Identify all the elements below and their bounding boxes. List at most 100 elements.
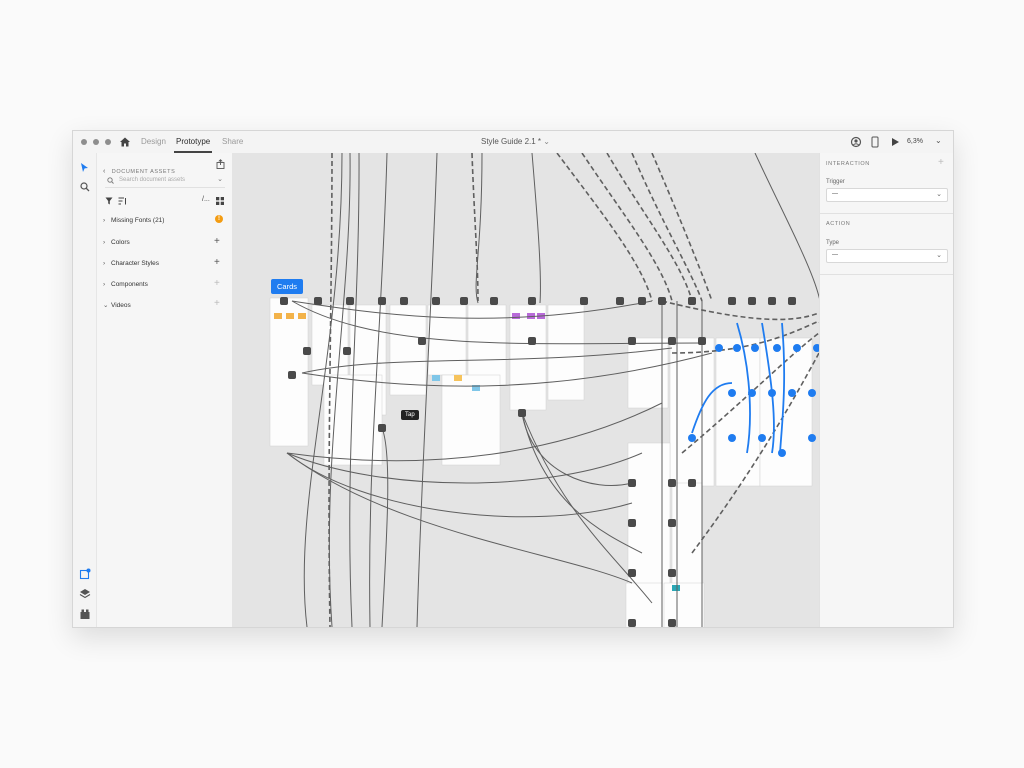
search-icon <box>107 177 114 184</box>
search-dropdown-icon[interactable]: ⌄ <box>217 175 223 183</box>
connection-node <box>378 424 386 432</box>
document-title[interactable]: Style Guide 2.1 * ⌄ <box>481 137 550 146</box>
search-input[interactable]: Search document assets <box>119 177 185 183</box>
minimize-window-button[interactable] <box>93 139 99 145</box>
trigger-select[interactable]: — ⌄ <box>826 188 948 202</box>
connection-node <box>668 619 676 627</box>
connection-node <box>460 297 468 305</box>
share-review-icon[interactable] <box>850 136 862 148</box>
sort-icon[interactable] <box>118 197 127 205</box>
chevron-right-icon: › <box>103 260 106 267</box>
connection-node <box>616 297 624 305</box>
trigger-value: — <box>832 191 838 197</box>
content-chip <box>672 585 680 591</box>
connection-node <box>748 297 756 305</box>
export-icon[interactable] <box>216 159 225 169</box>
interaction-header: INTERACTION <box>826 161 870 167</box>
chevron-down-icon: ⌄ <box>103 302 109 309</box>
divider <box>820 213 953 214</box>
grid-view-icon[interactable] <box>216 197 224 205</box>
connection-node <box>400 297 408 305</box>
connection-node-selected <box>778 449 786 457</box>
add-interaction-button[interactable]: + <box>938 158 944 168</box>
maximize-window-button[interactable] <box>105 139 111 145</box>
search-tool-icon[interactable] <box>80 182 90 192</box>
add-character-style-button[interactable]: + <box>214 258 220 268</box>
close-window-button[interactable] <box>81 139 87 145</box>
add-component-button[interactable]: + <box>214 279 220 289</box>
play-icon[interactable] <box>890 136 900 148</box>
connection-node <box>343 347 351 355</box>
type-select[interactable]: — ⌄ <box>826 249 948 263</box>
assets-search[interactable]: Search document assets ⌄ <box>105 175 225 188</box>
connection-node <box>378 297 386 305</box>
connection-node-selected <box>728 389 736 397</box>
artboard <box>547 304 585 401</box>
type-value: — <box>832 252 838 258</box>
connection-node-selected <box>788 389 796 397</box>
connection-node-selected <box>768 389 776 397</box>
section-missing-fonts[interactable]: › Missing Fonts (21) <box>103 217 164 224</box>
connection-node <box>698 337 706 345</box>
plugins-icon[interactable] <box>79 568 91 580</box>
connection-node <box>528 337 536 345</box>
type-label: Type <box>826 240 840 246</box>
section-videos[interactable]: ⌄ Videos <box>103 301 131 309</box>
content-chip <box>527 313 535 319</box>
connection-node-selected <box>751 344 759 352</box>
connection-node <box>628 479 636 487</box>
connection-node-selected <box>728 434 736 442</box>
connection-node <box>280 297 288 305</box>
wire-dashed <box>581 153 673 302</box>
wire <box>381 427 389 627</box>
home-icon[interactable] <box>119 136 131 148</box>
connection-node <box>628 519 636 527</box>
device-preview-icon[interactable] <box>871 136 879 148</box>
zoom-level[interactable]: 6,3% <box>907 138 923 145</box>
back-chevron-icon[interactable]: ‹ <box>103 168 105 175</box>
add-color-button[interactable]: + <box>214 237 220 247</box>
chevron-right-icon: › <box>103 281 106 288</box>
content-chip <box>512 313 520 319</box>
layers-icon[interactable] <box>79 588 91 600</box>
assets-library-icon[interactable] <box>79 608 91 620</box>
divider <box>820 274 953 275</box>
connection-node-selected <box>758 434 766 442</box>
wire-dashed <box>631 153 703 302</box>
action-header: ACTION <box>826 221 851 227</box>
connection-node <box>668 337 676 345</box>
filter-icon[interactable] <box>105 197 113 205</box>
content-chip <box>298 313 306 319</box>
connection-node <box>688 479 696 487</box>
section-colors[interactable]: › Colors <box>103 239 130 246</box>
artboard <box>509 304 547 411</box>
tab-share[interactable]: Share <box>222 137 243 146</box>
add-video-button[interactable]: + <box>214 299 220 309</box>
prototype-canvas[interactable]: Cards Tap <box>232 153 819 627</box>
section-character-styles[interactable]: › Character Styles <box>103 260 159 267</box>
connection-node <box>528 297 536 305</box>
connection-node <box>314 297 322 305</box>
select-tool-icon[interactable] <box>80 162 89 173</box>
connection-node <box>658 297 666 305</box>
content-chip <box>432 375 440 381</box>
list-view-icon[interactable]: /... <box>202 196 210 203</box>
artboard-label-cards[interactable]: Cards <box>271 279 304 294</box>
wire <box>475 153 483 304</box>
wire-dashed <box>606 153 693 302</box>
content-chip <box>274 313 282 319</box>
connection-node <box>432 297 440 305</box>
connection-node-selected <box>733 344 741 352</box>
zoom-dropdown-icon[interactable]: ⌄ <box>935 136 942 145</box>
section-components[interactable]: › Components <box>103 281 148 288</box>
connection-node <box>788 297 796 305</box>
tab-design[interactable]: Design <box>141 137 166 146</box>
tab-prototype[interactable]: Prototype <box>176 137 210 146</box>
title-bar: Design Prototype Share Style Guide 2.1 *… <box>73 131 953 154</box>
warning-badge-icon[interactable]: ! <box>215 215 223 223</box>
connection-node-selected <box>808 389 816 397</box>
content-chip <box>286 313 294 319</box>
connection-node-selected <box>808 434 816 442</box>
tool-rail <box>73 153 97 627</box>
chevron-down-icon: ⌄ <box>936 191 942 198</box>
